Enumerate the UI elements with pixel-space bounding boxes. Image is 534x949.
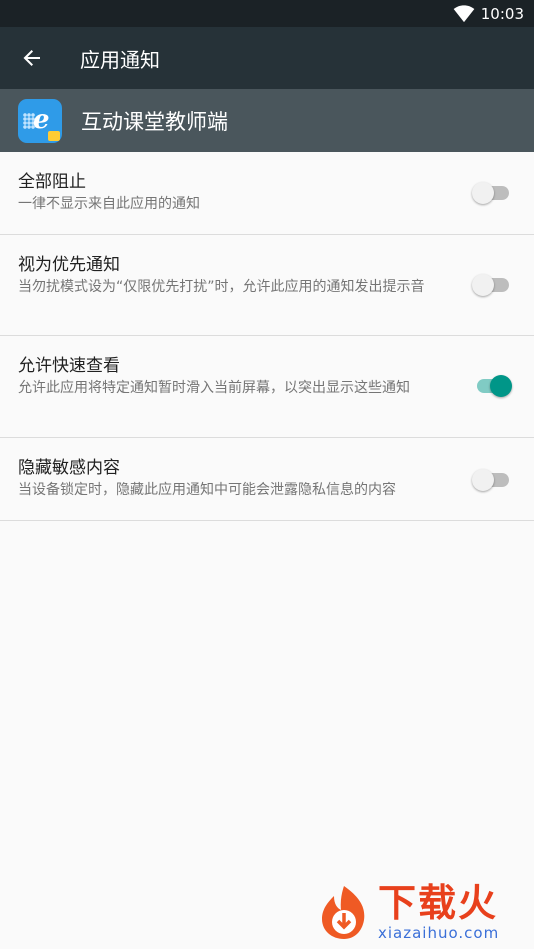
setting-block-all[interactable]: 全部阻止 一律不显示来自此应用的通知: [0, 152, 534, 235]
setting-hide-sensitive[interactable]: 隐藏敏感内容 当设备锁定时，隐藏此应用通知中可能会泄露隐私信息的内容: [0, 438, 534, 521]
page-title: 应用通知: [80, 47, 160, 72]
toggle-thumb: [472, 182, 494, 204]
setting-description: 当勿扰模式设为“仅限优先打扰”时，允许此应用的通知发出提示音: [18, 279, 425, 295]
wifi-icon: [453, 4, 475, 22]
setting-label: 全部阻止: [18, 172, 86, 192]
status-time: 10:03: [480, 4, 524, 23]
status-bar: 10:03: [0, 0, 534, 27]
toggle-thumb: [490, 375, 512, 397]
toggle-switch[interactable]: [472, 468, 512, 492]
toggle-thumb: [472, 274, 494, 296]
toggle-switch[interactable]: [472, 374, 512, 398]
watermark-title: 下载火: [378, 881, 499, 925]
app-header: e 互动课堂教师端: [0, 89, 534, 152]
toggle-thumb: [472, 469, 494, 491]
flame-logo-icon: [314, 882, 374, 942]
app-icon: e: [18, 98, 62, 143]
back-button[interactable]: [0, 27, 64, 89]
setting-label: 允许快速查看: [18, 356, 120, 376]
setting-label: 视为优先通知: [18, 255, 120, 275]
watermark-text: 下载火 xiazaihuo.com: [378, 882, 499, 942]
settings-list: 全部阻止 一律不显示来自此应用的通知 视为优先通知 当勿扰模式设为“仅限优先打扰…: [0, 152, 534, 521]
toggle-switch[interactable]: [472, 273, 512, 297]
setting-description: 当设备锁定时，隐藏此应用通知中可能会泄露隐私信息的内容: [18, 482, 396, 498]
setting-peek[interactable]: 允许快速查看 允许此应用将特定通知暂时滑入当前屏幕，以突出显示这些通知: [0, 336, 534, 438]
setting-description: 一律不显示来自此应用的通知: [18, 196, 200, 212]
setting-label: 隐藏敏感内容: [18, 458, 120, 478]
setting-priority[interactable]: 视为优先通知 当勿扰模式设为“仅限优先打扰”时，允许此应用的通知发出提示音: [0, 235, 534, 336]
app-icon-letter: e: [33, 104, 50, 135]
watermark: 下载火 xiazaihuo.com: [314, 878, 532, 946]
arrow-back-icon: [23, 50, 40, 66]
watermark-url: xiazaihuo.com: [378, 924, 500, 942]
app-bar: 应用通知: [0, 27, 534, 89]
toggle-switch[interactable]: [472, 181, 512, 205]
app-icon-tag: [48, 130, 60, 141]
app-name: 互动课堂教师端: [81, 109, 228, 134]
setting-description: 允许此应用将特定通知暂时滑入当前屏幕，以突出显示这些通知: [18, 380, 410, 396]
